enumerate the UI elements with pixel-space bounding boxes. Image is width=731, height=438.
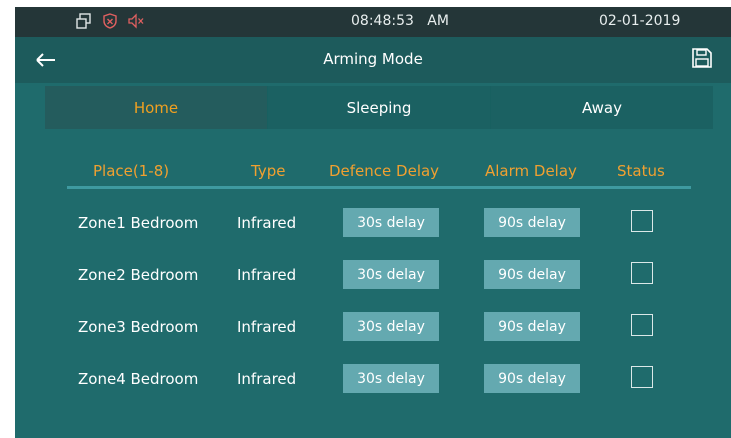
zone-place: Zone1 Bedroom	[78, 214, 199, 232]
tab-label: Sleeping	[346, 98, 412, 117]
status-checkbox[interactable]	[631, 314, 653, 336]
table-row: Zone1 Bedroom Infrared 30s delay 90s del…	[15, 208, 731, 238]
alarm-delay-button[interactable]: 90s delay	[484, 260, 580, 289]
header-divider	[67, 186, 691, 189]
header-alarm-delay: Alarm Delay	[485, 162, 577, 180]
zone-place: Zone2 Bedroom	[78, 266, 199, 284]
table-row: Zone3 Bedroom Infrared 30s delay 90s del…	[15, 312, 731, 342]
zone-type: Infrared	[237, 318, 297, 336]
zone-type: Infrared	[237, 370, 297, 388]
alarm-delay-button[interactable]: 90s delay	[484, 208, 580, 237]
save-icon	[692, 48, 712, 68]
title-bar: Arming Mode	[15, 37, 731, 83]
tab-away[interactable]: Away	[491, 86, 713, 129]
status-checkbox[interactable]	[631, 262, 653, 284]
defence-delay-button[interactable]: 30s delay	[343, 260, 439, 289]
shield-icon	[101, 12, 119, 30]
page-title: Arming Mode	[323, 50, 423, 68]
mute-icon	[127, 12, 145, 30]
defence-delay-button[interactable]: 30s delay	[343, 364, 439, 393]
zone-place: Zone4 Bedroom	[78, 370, 199, 388]
header-type: Type	[251, 162, 286, 180]
header-place: Place(1-8)	[93, 162, 170, 180]
mode-tabs: Home Sleeping Away	[45, 86, 713, 129]
status-bar: 08:48:53 AM 02-01-2019	[15, 7, 731, 37]
zone-type: Infrared	[237, 214, 297, 232]
tab-label: Home	[133, 98, 179, 117]
table-row: Zone2 Bedroom Infrared 30s delay 90s del…	[15, 260, 731, 290]
status-checkbox[interactable]	[631, 366, 653, 388]
save-button[interactable]	[691, 47, 715, 71]
table-row: Zone4 Bedroom Infrared 30s delay 90s del…	[15, 364, 731, 394]
alarm-delay-button[interactable]: 90s delay	[484, 312, 580, 341]
arming-mode-screen: 08:48:53 AM 02-01-2019 Arming Mode Home …	[15, 7, 731, 438]
defence-delay-button[interactable]: 30s delay	[343, 312, 439, 341]
alarm-delay-button[interactable]: 90s delay	[484, 364, 580, 393]
zone-place: Zone3 Bedroom	[78, 318, 199, 336]
header-defence-delay: Defence Delay	[329, 162, 440, 180]
status-icons	[75, 12, 145, 30]
status-checkbox[interactable]	[631, 210, 653, 232]
header-status: Status	[617, 162, 665, 180]
tab-home[interactable]: Home	[45, 86, 268, 129]
status-time: 08:48:53	[351, 13, 414, 29]
zone-type: Infrared	[237, 266, 297, 284]
status-ampm: AM	[427, 13, 449, 29]
defence-delay-button[interactable]: 30s delay	[343, 208, 439, 237]
tab-sleeping[interactable]: Sleeping	[268, 86, 491, 129]
window-icon	[75, 12, 93, 30]
status-clock: 08:48:53 AM	[351, 13, 449, 29]
status-date: 02-01-2019	[599, 13, 681, 29]
tab-label: Away	[582, 98, 622, 117]
table-header: Place(1-8) Type Defence Delay Alarm Dela…	[65, 162, 693, 186]
